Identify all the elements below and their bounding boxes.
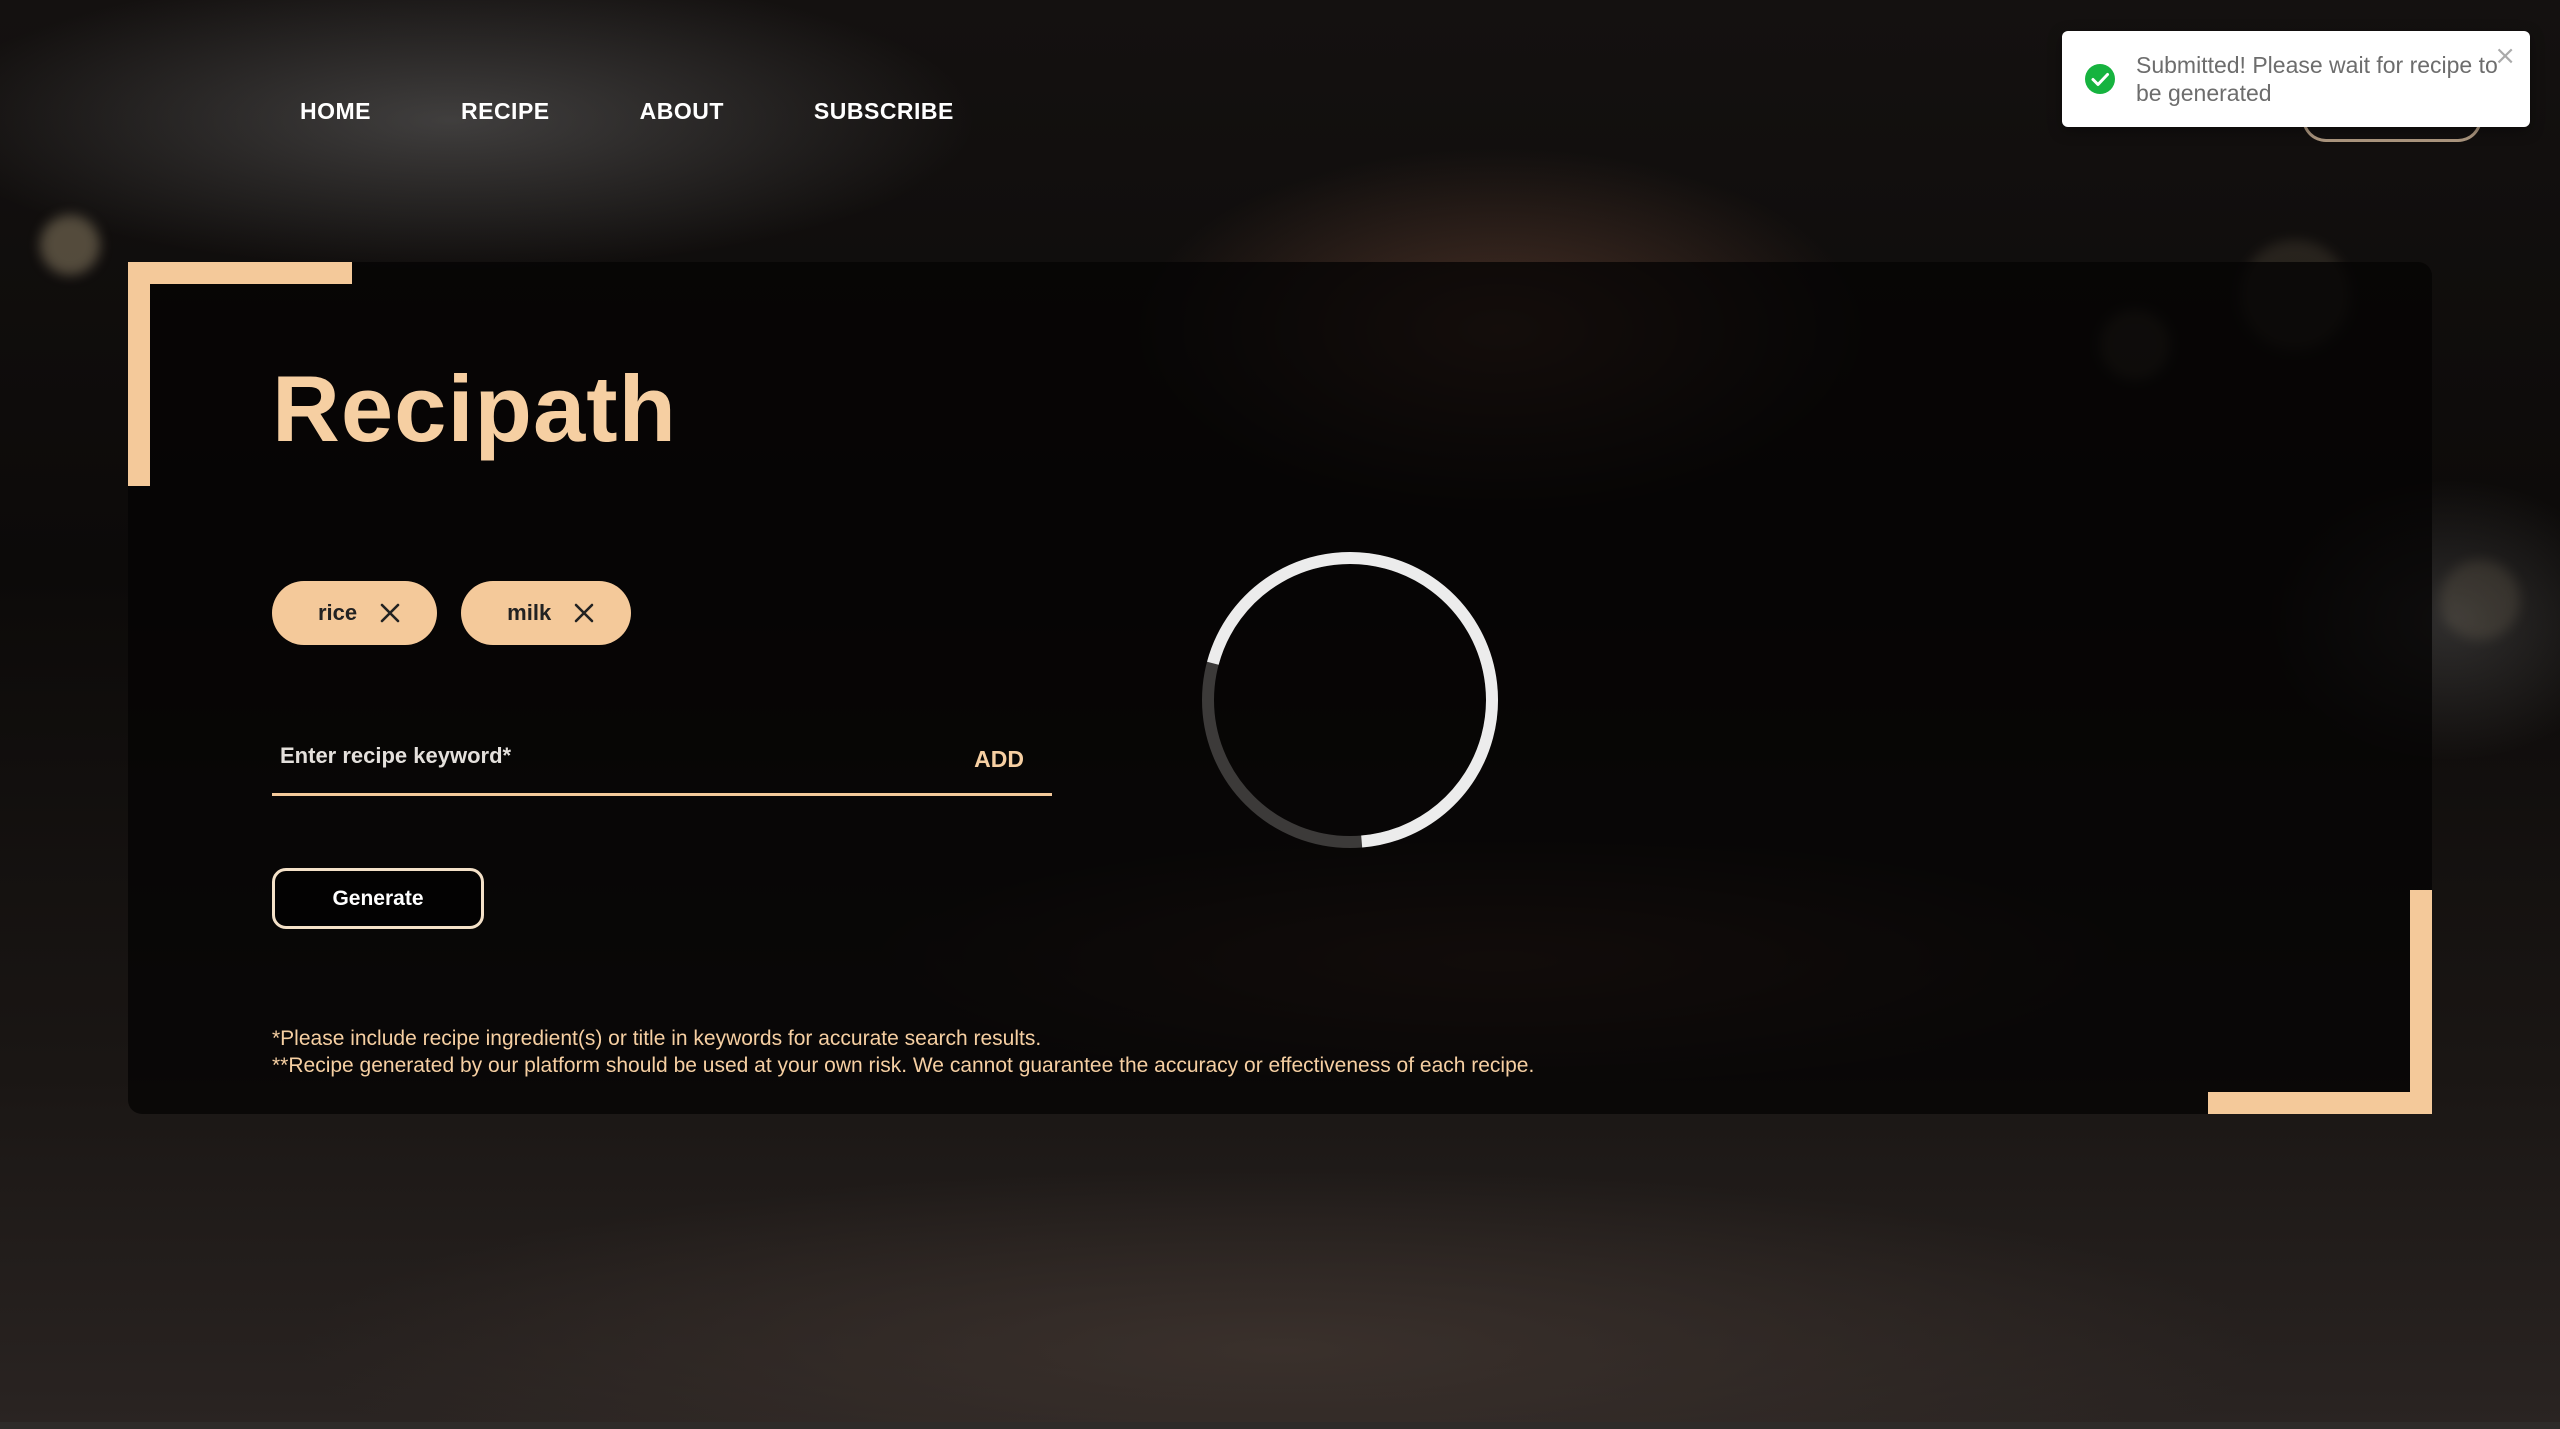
- keyword-chip-milk: milk: [461, 581, 632, 645]
- nav-item-home[interactable]: HOME: [300, 98, 371, 125]
- chip-label: rice: [318, 600, 358, 625]
- add-keyword-button[interactable]: ADD: [974, 738, 1052, 773]
- background-bokeh: [40, 215, 100, 275]
- keyword-input-wrapper: ADD: [272, 718, 1052, 796]
- nav-item-recipe[interactable]: RECIPE: [461, 98, 550, 125]
- background-bokeh: [2440, 560, 2520, 640]
- corner-decoration-top-left: [128, 262, 150, 486]
- nav-item-about[interactable]: ABOUT: [640, 98, 724, 125]
- remove-chip-icon[interactable]: [377, 600, 403, 626]
- nav-item-subscribe[interactable]: SUBSCRIBE: [814, 98, 954, 125]
- keyword-chip-rice: rice: [272, 581, 438, 645]
- close-icon[interactable]: ×: [2494, 41, 2516, 71]
- success-toast: Submitted! Please wait for recipe to be …: [2062, 31, 2530, 127]
- keyword-chip-list: rice milk: [272, 581, 632, 645]
- corner-decoration-bottom-right: [2208, 1092, 2432, 1114]
- top-nav: HOME RECIPE ABOUT SUBSCRIBE: [300, 98, 954, 125]
- check-circle-icon: [2084, 63, 2116, 95]
- disclaimer: *Please include recipe ingredient(s) or …: [272, 1025, 1534, 1079]
- keyword-input[interactable]: [272, 718, 975, 793]
- loading-spinner-icon: [1198, 548, 1502, 852]
- disclaimer-line: **Recipe generated by our platform shoul…: [272, 1054, 1535, 1077]
- page-bottom-divider: [0, 1422, 2560, 1429]
- generate-button[interactable]: Generate: [272, 868, 484, 929]
- remove-chip-icon[interactable]: [571, 600, 597, 626]
- corner-decoration-bottom-right: [2410, 890, 2432, 1114]
- toast-message: Submitted! Please wait for recipe to be …: [2136, 52, 2498, 106]
- page-background: HOME RECIPE ABOUT SUBSCRIBE Recipath ric…: [0, 0, 2560, 1429]
- corner-decoration-top-left: [128, 262, 352, 284]
- page-title: Recipath: [272, 356, 677, 461]
- chip-label: milk: [507, 600, 552, 625]
- disclaimer-line: *Please include recipe ingredient(s) or …: [272, 1027, 1042, 1050]
